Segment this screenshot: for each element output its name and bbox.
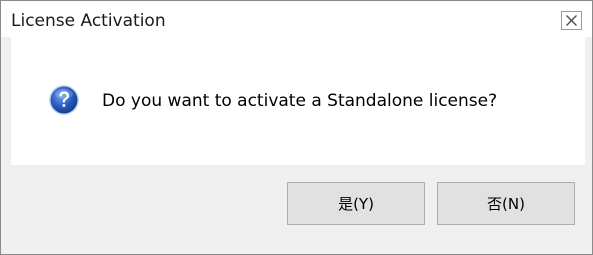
window-title: License Activation	[11, 11, 166, 31]
license-activation-dialog: License Activation Do you want to activa…	[0, 0, 593, 255]
close-icon	[566, 15, 577, 26]
title-bar[interactable]: License Activation	[1, 1, 592, 37]
close-button[interactable]	[561, 11, 582, 30]
yes-button[interactable]: 是(Y)	[287, 182, 425, 225]
dialog-content: Do you want to activate a Standalone lic…	[11, 37, 585, 165]
no-button[interactable]: 否(N)	[437, 182, 575, 225]
button-bar: 是(Y) 否(N)	[1, 165, 592, 254]
no-button-label: 否(N)	[487, 195, 525, 213]
yes-button-label: 是(Y)	[338, 195, 374, 213]
dialog-message: Do you want to activate a Standalone lic…	[102, 91, 498, 111]
question-icon	[49, 85, 79, 115]
